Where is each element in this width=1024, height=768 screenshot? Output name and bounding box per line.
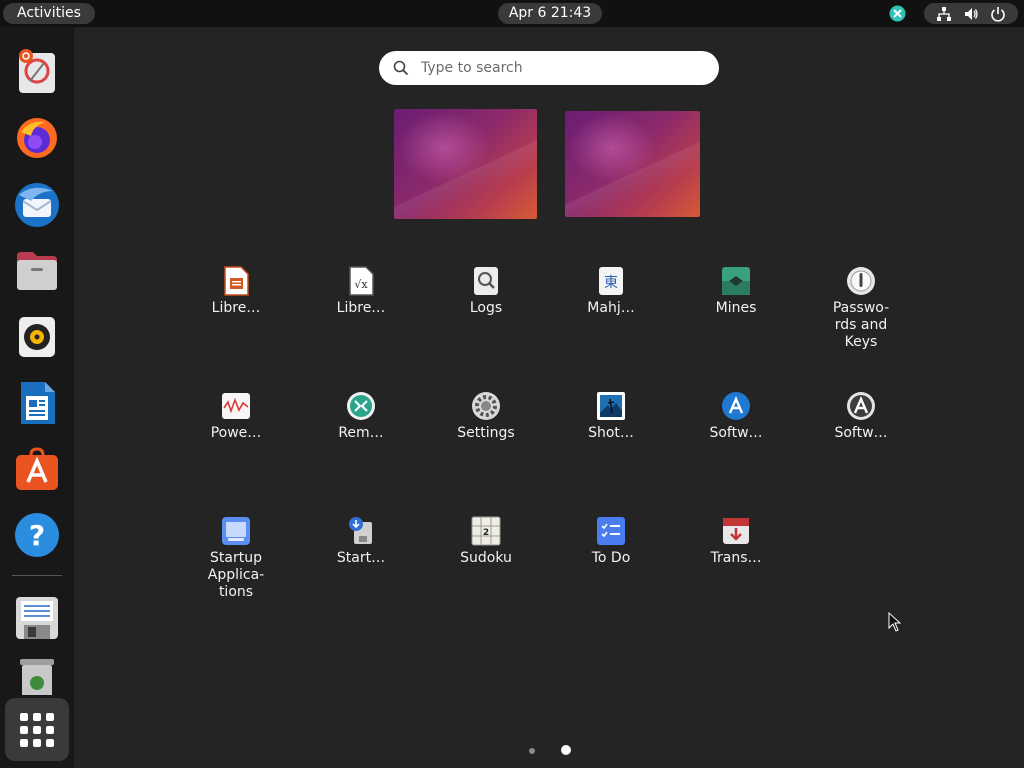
wallpaper-image (565, 111, 700, 217)
system-tray[interactable] (924, 3, 1018, 24)
firefox-icon (17, 118, 57, 158)
search-input[interactable]: Type to search (379, 51, 719, 85)
dock-help[interactable]: ? (10, 508, 64, 562)
app-passwords-and-keys[interactable]: Passwo- rds and Keys (806, 266, 916, 351)
remmina-icon (346, 391, 376, 421)
software-updater-icon (846, 391, 876, 421)
dock-firefox[interactable] (10, 111, 64, 165)
app-mahjongg[interactable]: 東 Mahj… (556, 266, 666, 317)
power-statistics-icon (221, 391, 251, 421)
shotwell-icon (596, 391, 626, 421)
sudoku-icon: 2 (471, 516, 501, 546)
svg-text:√x: √x (354, 278, 368, 291)
dock-writer[interactable] (10, 376, 64, 430)
app-software-2[interactable]: Softw… (806, 391, 916, 442)
app-mines[interactable]: Mines (681, 266, 791, 317)
app-startup-disk-creator[interactable]: Start… (306, 516, 416, 567)
page-indicator-1[interactable] (529, 748, 535, 754)
activities-button[interactable]: Activities (3, 3, 95, 24)
passwords-keys-icon (846, 266, 876, 296)
wallpaper-image (394, 109, 537, 219)
app-logs[interactable]: Logs (431, 266, 541, 317)
app-shotwell[interactable]: Shot… (556, 391, 666, 442)
software-store-icon (721, 391, 751, 421)
app-libreoffice-impress[interactable]: Libre… (181, 266, 291, 317)
ubuntu-help-icon (19, 49, 55, 93)
volume-icon (964, 7, 978, 20)
dock-app-center[interactable] (10, 442, 64, 496)
text-file-icon (16, 597, 58, 639)
libreoffice-math-icon: √x (346, 266, 376, 296)
dock-trash[interactable] (10, 655, 64, 695)
rhythmbox-icon (19, 317, 55, 357)
dock-files[interactable] (10, 244, 64, 298)
app-software-1[interactable]: Softw… (681, 391, 791, 442)
dock: ? (0, 27, 74, 768)
power-icon (991, 6, 1006, 22)
workspace-thumbnail-1[interactable] (394, 109, 537, 219)
transmission-icon (721, 516, 751, 546)
thunderbird-icon (15, 183, 59, 227)
app-transmission[interactable]: Trans… (681, 516, 791, 567)
to-do-icon (596, 516, 626, 546)
app-settings[interactable]: Settings (431, 391, 541, 442)
app-center-icon (16, 447, 58, 490)
dock-text-file[interactable] (10, 591, 64, 645)
libreoffice-impress-icon (221, 266, 251, 296)
svg-text:東: 東 (604, 275, 618, 291)
mahjongg-icon: 東 (596, 266, 626, 296)
app-remmina[interactable]: Rem… (306, 391, 416, 442)
mouse-cursor-icon (888, 612, 902, 632)
startup-disk-creator-icon (346, 516, 376, 546)
desktop: Activities Apr 6 21:43 ? Type to search … (0, 0, 1024, 768)
search-icon (393, 60, 409, 76)
remote-desktop-tray-icon[interactable] (889, 5, 906, 22)
trash-icon (20, 659, 54, 695)
network-icon (936, 6, 951, 21)
app-to-do[interactable]: To Do (556, 516, 666, 567)
app-libreoffice-math[interactable]: √x Libre… (306, 266, 416, 317)
svg-text:?: ? (29, 519, 45, 552)
show-apps-button[interactable] (5, 698, 69, 761)
top-bar: Activities Apr 6 21:43 (0, 0, 1024, 27)
dock-separator (12, 575, 62, 576)
app-startup-applications[interactable]: Startup Applica- tions (181, 516, 291, 601)
clock[interactable]: Apr 6 21:43 (498, 3, 602, 24)
dock-ubuntu-help[interactable] (10, 45, 64, 99)
writer-icon (21, 382, 55, 424)
svg-text:2: 2 (483, 528, 489, 538)
startup-applications-icon (221, 516, 251, 546)
help-icon: ? (15, 513, 59, 557)
mines-icon (721, 266, 751, 296)
logs-icon (471, 266, 501, 296)
files-icon (17, 252, 57, 290)
dock-thunderbird[interactable] (10, 178, 64, 232)
dock-rhythmbox[interactable] (10, 310, 64, 364)
app-sudoku[interactable]: 2 Sudoku (431, 516, 541, 567)
app-power-statistics[interactable]: Powe… (181, 391, 291, 442)
page-indicator-2-active[interactable] (561, 745, 571, 755)
search-placeholder: Type to search (421, 60, 523, 76)
settings-gear-icon (471, 391, 501, 421)
workspace-thumbnail-2[interactable] (565, 111, 700, 217)
